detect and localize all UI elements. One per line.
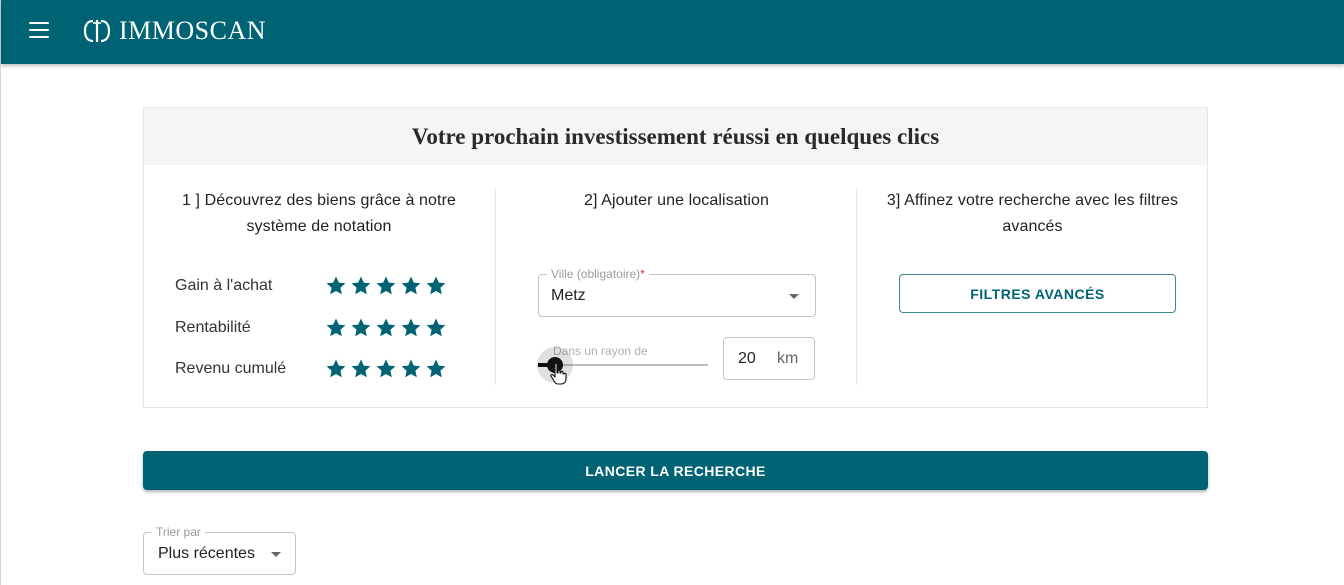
star-rating[interactable] xyxy=(325,275,447,297)
star-icon[interactable] xyxy=(350,275,372,297)
city-value: Metz xyxy=(551,287,586,304)
star-icon[interactable] xyxy=(375,275,397,297)
chevron-down-icon xyxy=(789,294,799,299)
step-location: 2] Ajouter une localisation Ville (oblig… xyxy=(495,188,857,385)
star-icon[interactable] xyxy=(400,358,422,380)
radius-slider[interactable] xyxy=(537,347,708,383)
star-icon[interactable] xyxy=(325,317,347,339)
step3-title: 3] Affinez votre recherche avec les filt… xyxy=(886,192,1179,235)
star-icon[interactable] xyxy=(350,358,372,380)
launch-search-button[interactable]: LANCER LA RECHERCHE xyxy=(143,451,1208,490)
search-card: Votre prochain investissement réussi en … xyxy=(143,107,1208,408)
city-select[interactable]: Ville (obligatoire)* Metz xyxy=(538,267,816,317)
radius-unit: km xyxy=(777,350,799,367)
star-rating[interactable] xyxy=(325,358,447,380)
radius-input[interactable]: km xyxy=(723,337,815,380)
sort-value: Plus récentes xyxy=(158,545,255,562)
star-icon[interactable] xyxy=(425,358,447,380)
card-header: Votre prochain investissement réussi en … xyxy=(144,108,1207,165)
star-icon[interactable] xyxy=(350,317,372,339)
chevron-down-icon xyxy=(271,552,281,557)
star-icon[interactable] xyxy=(400,275,422,297)
star-icon[interactable] xyxy=(400,317,422,339)
star-icon[interactable] xyxy=(375,317,397,339)
step2-title: 2] Ajouter une localisation xyxy=(583,192,770,209)
star-rating[interactable] xyxy=(325,317,447,339)
brand-name: IMMOSCAN xyxy=(119,16,267,45)
step-filters: 3] Affinez votre recherche avec les filt… xyxy=(856,188,1208,385)
star-icon[interactable] xyxy=(325,275,347,297)
rating-row-gain: Gain à l'achat xyxy=(175,275,447,297)
rating-label: Revenu cumulé xyxy=(175,360,287,377)
rating-row-rentabilite: Rentabilité xyxy=(175,317,447,339)
rating-label: Rentabilité xyxy=(175,319,251,336)
step-ratings: 1 ] Découvrez des biens grâce à notre sy… xyxy=(144,188,494,385)
radius-value[interactable] xyxy=(738,350,768,368)
step1-title: 1 ] Découvrez des biens grâce à notre sy… xyxy=(181,192,457,235)
star-icon[interactable] xyxy=(425,275,447,297)
city-label: Ville (obligatoire)* xyxy=(547,267,649,281)
logo-mark-icon xyxy=(83,19,111,43)
rating-label: Gain à l'achat xyxy=(175,277,273,294)
page-title: Votre prochain investissement réussi en … xyxy=(411,123,940,149)
rating-row-revenu: Revenu cumulé xyxy=(175,358,447,380)
app-bar: IMMOSCAN xyxy=(1,0,1344,64)
star-icon[interactable] xyxy=(325,358,347,380)
star-icon[interactable] xyxy=(425,317,447,339)
star-icon[interactable] xyxy=(375,358,397,380)
advanced-filters-button[interactable]: FILTRES AVANCÉS xyxy=(899,274,1176,313)
radius-slider-thumb[interactable] xyxy=(547,357,563,373)
menu-icon[interactable] xyxy=(29,22,49,38)
sort-label: Trier par xyxy=(152,525,205,539)
sort-select[interactable]: Trier par Plus récentes xyxy=(143,525,296,575)
brand-logo[interactable]: IMMOSCAN xyxy=(83,16,266,46)
